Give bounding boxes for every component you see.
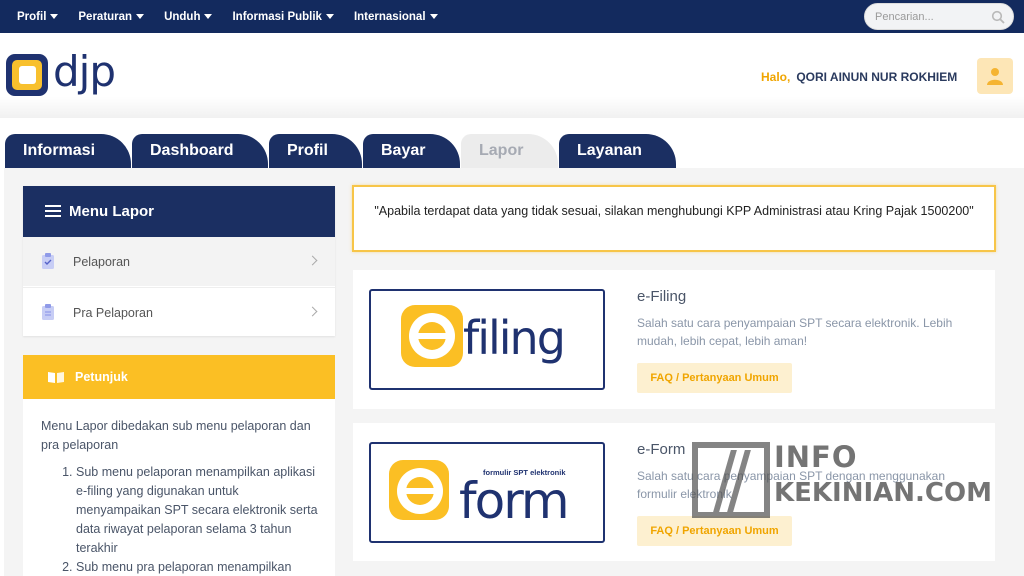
user-avatar[interactable] [977, 58, 1013, 94]
user-greeting: Halo, QORI AINUN NUR ROKHIEM [761, 70, 957, 84]
caret-down-icon [325, 14, 334, 19]
eform-logo-word: form [459, 472, 570, 530]
efiling-logo[interactable]: filing [369, 289, 605, 390]
nav-profil[interactable]: Profil [17, 11, 59, 23]
menu-title: Menu Lapor [69, 203, 154, 220]
chevron-right-icon [307, 255, 318, 266]
eform-title[interactable]: e-Form [637, 441, 685, 458]
nav-peraturan[interactable]: Peraturan [78, 11, 145, 23]
tab-dashboard[interactable]: Dashboard [132, 134, 268, 168]
main-tabs: Informasi Dashboard Profil Bayar Lapor L… [0, 131, 1024, 168]
sidebar-item-label: Pra Pelaporan [73, 306, 153, 320]
hamburger-icon [45, 205, 61, 217]
sidebar-item-pelaporan[interactable]: Pelaporan [23, 237, 335, 286]
top-menu: Profil Peraturan Unduh Informasi Publik … [17, 0, 458, 33]
efiling-description: Salah satu cara penyampaian SPT secara e… [637, 316, 953, 348]
search-icon[interactable] [991, 10, 1005, 24]
efiling-card: filing e-Filing Salah satu cara penyampa… [353, 270, 995, 409]
e-letter-icon [401, 305, 463, 367]
sidebar-item-pra-pelaporan[interactable]: Pra Pelaporan [23, 287, 335, 336]
petunjuk-title: Petunjuk [75, 370, 128, 384]
djp-logo-mark [6, 54, 48, 96]
caret-down-icon [429, 14, 438, 19]
tab-bayar[interactable]: Bayar [363, 134, 460, 168]
tab-lapor[interactable]: Lapor [461, 134, 558, 168]
tab-informasi[interactable]: Informasi [5, 134, 131, 168]
user-icon [987, 68, 1003, 85]
user-name: QORI AINUN NUR ROKHIEM [796, 70, 958, 84]
site-header: djp Halo, QORI AINUN NUR ROKHIEM [0, 33, 1024, 118]
petunjuk-body: Menu Lapor dibedakan sub menu pelaporan … [41, 417, 323, 576]
tab-layanan[interactable]: Layanan [559, 134, 676, 168]
book-icon [48, 372, 64, 383]
nav-informasi-publik[interactable]: Informasi Publik [232, 11, 334, 23]
clipboard-check-icon [42, 253, 54, 269]
eform-faq-button[interactable]: FAQ / Pertanyaan Umum [637, 516, 792, 546]
djp-logo-text: djp [53, 47, 116, 96]
nav-unduh[interactable]: Unduh [164, 11, 213, 23]
menu-lapor-card: Menu Lapor Pelaporan Pra Pelaporan [23, 186, 335, 336]
petunjuk-intro: Menu Lapor dibedakan sub menu pelaporan … [41, 419, 311, 452]
top-navbar: Profil Peraturan Unduh Informasi Publik … [0, 0, 1024, 33]
djp-logo[interactable]: djp [6, 47, 116, 97]
efiling-title[interactable]: e-Filing [637, 288, 686, 305]
sidebar-item-label: Pelaporan [73, 255, 130, 269]
list-item: Sub menu pelaporan menampilkan aplikasi … [76, 463, 323, 558]
eform-logo[interactable]: formulir SPT elektronik form [369, 442, 605, 543]
notice-banner: "Apabila terdapat data yang tidak sesuai… [352, 185, 996, 252]
caret-down-icon [204, 14, 213, 19]
petunjuk-card: Petunjuk Menu Lapor dibedakan sub menu p… [23, 355, 335, 576]
petunjuk-header: Petunjuk [23, 355, 335, 399]
clipboard-icon [42, 304, 54, 320]
nav-internasional[interactable]: Internasional [354, 11, 438, 23]
eform-description: Salah satu cara penyampaian SPT dengan m… [637, 469, 945, 501]
efiling-logo-word: filing [463, 311, 566, 365]
search-input[interactable] [875, 9, 983, 25]
greeting-label: Halo, [761, 70, 791, 84]
eform-card: formulir SPT elektronik form e-Form Sala… [353, 423, 995, 561]
caret-down-icon [50, 14, 59, 19]
e-letter-icon [389, 460, 449, 520]
petunjuk-steps: Sub menu pelaporan menampilkan aplikasi … [41, 463, 323, 576]
search-box [864, 3, 1014, 30]
chevron-right-icon [307, 306, 318, 317]
list-item: Sub menu pra pelaporan menampilkan [76, 558, 323, 576]
tab-profil[interactable]: Profil [269, 134, 362, 168]
efiling-faq-button[interactable]: FAQ / Pertanyaan Umum [637, 363, 792, 393]
menu-lapor-header: Menu Lapor [23, 186, 335, 237]
caret-down-icon [136, 14, 145, 19]
